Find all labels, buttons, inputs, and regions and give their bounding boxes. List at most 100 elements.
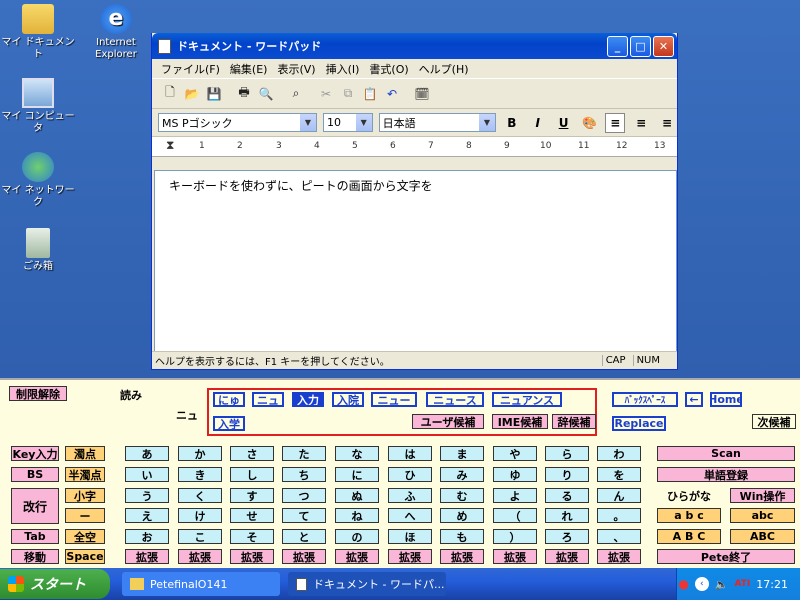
desktop-icon-my-documents[interactable]: マイ ドキュメント [0, 4, 76, 61]
clock[interactable]: 17:21 [756, 578, 788, 591]
extend-key[interactable]: 拡張 [125, 549, 169, 564]
kana-key[interactable]: ふ [388, 488, 432, 503]
kana-key[interactable]: ね [335, 508, 379, 523]
print-icon[interactable]: 🖶 [234, 84, 254, 104]
cut-icon[interactable]: ✂ [316, 84, 336, 104]
kana-key[interactable]: と [282, 529, 326, 544]
enter-key[interactable]: 改行 [11, 488, 59, 524]
align-left-icon[interactable]: ≡ [605, 112, 626, 133]
kana-key[interactable]: も [440, 529, 484, 544]
extend-key[interactable]: 拡張 [178, 549, 222, 564]
kana-key[interactable]: の [335, 529, 379, 544]
extend-key[interactable]: 拡張 [440, 549, 484, 564]
kana-key[interactable]: て [282, 508, 326, 523]
open-folder-icon[interactable]: 📂 [182, 84, 202, 104]
kana-key[interactable]: 、 [597, 529, 641, 544]
small-kana-key[interactable]: 小字 [65, 488, 105, 503]
extend-key[interactable]: 拡張 [493, 549, 537, 564]
tab-key[interactable]: Tab [11, 529, 59, 544]
font-size-select[interactable]: 10 ▼ [322, 113, 373, 132]
find-icon[interactable]: ⌕ [286, 84, 306, 104]
kana-key[interactable]: わ [597, 446, 641, 461]
candidate-key[interactable]: にゅ [213, 392, 245, 407]
kana-key[interactable]: ） [493, 529, 537, 544]
save-icon[interactable]: 💾 [204, 84, 224, 104]
kana-key[interactable]: ん [597, 488, 641, 503]
kana-key[interactable]: た [282, 446, 326, 461]
kana-key[interactable]: き [178, 467, 222, 482]
kana-key[interactable]: つ [282, 488, 326, 503]
kana-key[interactable]: か [178, 446, 222, 461]
insert-datetime-icon[interactable]: 🗓 [412, 84, 432, 104]
lowercase-spaced-key[interactable]: a b c [657, 508, 721, 523]
print-preview-icon[interactable]: 🔍 [256, 84, 276, 104]
backspace-key[interactable]: ﾊﾞｯｸｽﾍﾟｰｽ [612, 392, 678, 407]
indent-marker-icon[interactable]: ⧗ [166, 138, 174, 153]
desktop-icon-internet-explorer[interactable]: e Internet Explorer [78, 4, 154, 61]
menu-format[interactable]: 書式(O) [364, 61, 413, 77]
align-right-icon[interactable]: ≡ [657, 113, 677, 133]
ati-icon[interactable]: ATI [735, 579, 751, 589]
color-icon[interactable]: 🎨 [580, 113, 600, 133]
kana-key[interactable]: あ [125, 446, 169, 461]
close-button[interactable]: ✕ [653, 35, 674, 57]
kana-key[interactable]: け [178, 508, 222, 523]
kana-key[interactable]: ま [440, 446, 484, 461]
kana-key[interactable]: へ [388, 508, 432, 523]
fullwidth-space-key[interactable]: 全空 [65, 529, 105, 544]
left-arrow-key[interactable]: ← [685, 392, 703, 407]
kana-key[interactable]: せ [230, 508, 274, 523]
menu-help[interactable]: ヘルプ(H) [414, 61, 474, 77]
kana-key[interactable]: り [545, 467, 589, 482]
kana-key[interactable]: い [125, 467, 169, 482]
maximize-button[interactable]: □ [630, 35, 651, 57]
start-button[interactable]: スタート [0, 569, 110, 599]
extend-key[interactable]: 拡張 [230, 549, 274, 564]
kana-key[interactable]: さ [230, 446, 274, 461]
kana-key[interactable]: れ [545, 508, 589, 523]
lowercase-key[interactable]: abc [730, 508, 795, 523]
kana-key[interactable]: ち [282, 467, 326, 482]
kana-key[interactable]: は [388, 446, 432, 461]
kana-key[interactable]: に [335, 467, 379, 482]
font-name-select[interactable]: MS Pゴシック ▼ [158, 113, 317, 132]
extend-key[interactable]: 拡張 [545, 549, 589, 564]
kana-key[interactable]: む [440, 488, 484, 503]
key-input-key[interactable]: Key入力 [11, 446, 59, 461]
menu-insert[interactable]: 挿入(I) [321, 61, 365, 77]
kana-key[interactable]: う [125, 488, 169, 503]
document-editor[interactable]: キーボードを使わずに、ピートの画面から文字を [154, 170, 677, 352]
dakuten-key[interactable]: 濁点 [65, 446, 105, 461]
chevron-left-icon[interactable]: ‹ [694, 577, 709, 591]
speaker-icon[interactable]: 🔈 [715, 578, 729, 591]
extend-key[interactable]: 拡張 [282, 549, 326, 564]
kana-key[interactable]: を [597, 467, 641, 482]
hiragana-mode-key[interactable]: ひらがな [657, 488, 721, 503]
underline-icon[interactable]: U [554, 113, 574, 133]
italic-icon[interactable]: I [528, 113, 548, 133]
kana-key[interactable]: こ [178, 529, 222, 544]
undo-icon[interactable]: ↶ [382, 84, 402, 104]
kana-key[interactable]: よ [493, 488, 537, 503]
taskbar-item-wordpad[interactable]: ドキュメント - ワードパ... [288, 572, 446, 596]
space-key[interactable]: Space [65, 549, 105, 564]
kana-key[interactable]: ひ [388, 467, 432, 482]
ruler[interactable]: ⧗ 1 2 3 4 5 6 7 8 9 10 11 12 13 [152, 137, 677, 157]
user-candidate-key[interactable]: ユーザ候補 [412, 414, 484, 429]
candidate-key[interactable]: 入学 [213, 416, 245, 431]
taskbar-item-pete[interactable]: PetefinalO141 [122, 572, 280, 596]
menu-file[interactable]: ファイル(F) [156, 61, 225, 77]
copy-icon[interactable]: ⧉ [338, 84, 358, 104]
bs-key[interactable]: BS [11, 467, 59, 482]
candidate-key[interactable]: ニュー [371, 392, 417, 407]
candidate-key[interactable]: ニュアンス [492, 392, 562, 407]
kana-key[interactable]: （ [493, 508, 537, 523]
scan-key[interactable]: Scan [657, 446, 795, 461]
desktop-icon-my-computer[interactable]: マイ コンピュータ [0, 78, 76, 135]
menu-view[interactable]: 表示(V) [272, 61, 320, 77]
candidate-key[interactable]: 入院 [332, 392, 364, 407]
kana-key[interactable]: 。 [597, 508, 641, 523]
long-vowel-key[interactable]: ー [65, 508, 105, 523]
minimize-button[interactable]: _ [607, 35, 628, 57]
kana-key[interactable]: や [493, 446, 537, 461]
